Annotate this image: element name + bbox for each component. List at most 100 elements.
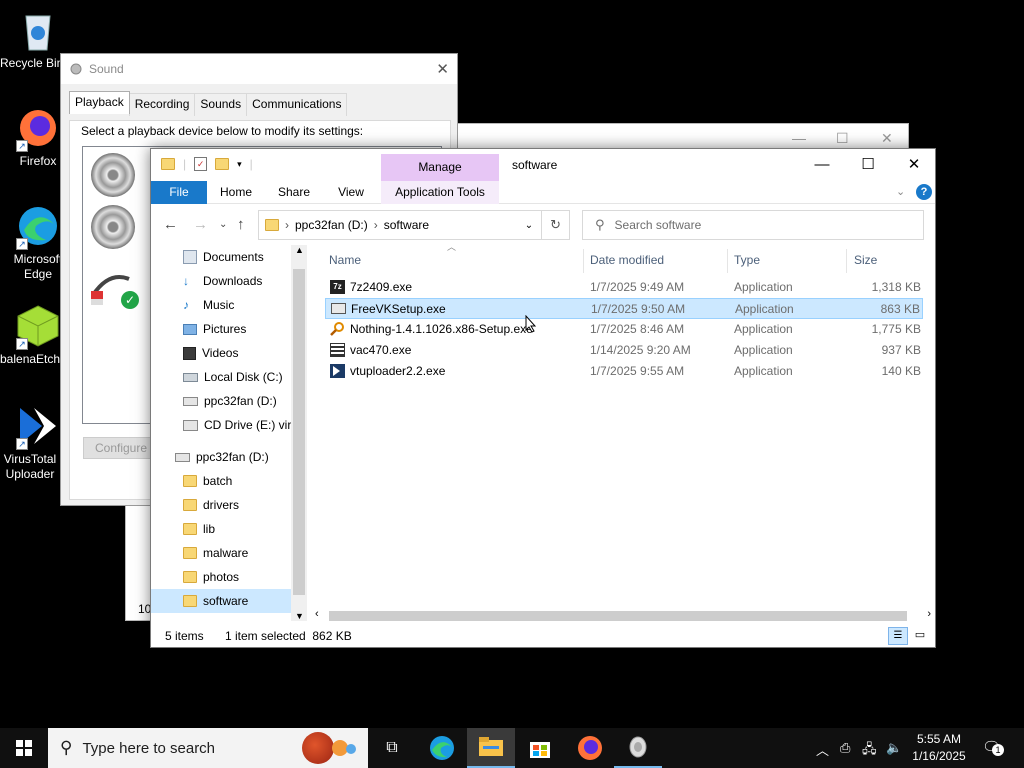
nav-item-photos[interactable]: photos	[183, 565, 239, 589]
column-divider[interactable]	[727, 249, 728, 273]
nav-item-downloads[interactable]: ↓ Downloads	[183, 269, 262, 293]
file-type: Application	[734, 322, 793, 336]
tab-sounds[interactable]: Sounds	[194, 93, 248, 116]
new-folder-icon[interactable]	[215, 158, 230, 170]
nav-item-lib[interactable]: lib	[183, 517, 215, 541]
nav-item-drive-d-root[interactable]: ppc32fan (D:)	[175, 445, 269, 469]
column-divider[interactable]	[846, 249, 847, 273]
refresh-icon[interactable]: ↻	[541, 211, 569, 239]
search-box[interactable]: ⚲ Search software	[582, 210, 924, 240]
file-name: vac470.exe	[350, 343, 412, 357]
recent-locations-icon[interactable]: ⌄	[219, 219, 227, 230]
volume-icon[interactable]: 🔈	[886, 740, 902, 756]
breadcrumb-drive[interactable]: ppc32fan (D:)	[295, 218, 368, 232]
nav-label: photos	[203, 570, 240, 584]
minimize-icon[interactable]: —	[792, 130, 806, 146]
back-arrow-icon[interactable]: ←	[163, 216, 178, 233]
qat-dropdown-icon[interactable]: ▾	[237, 159, 242, 170]
scroll-down-icon[interactable]: ▼	[295, 611, 304, 621]
taskbar-search-input[interactable]: Type here to search	[82, 740, 215, 757]
tab-share[interactable]: Share	[269, 181, 319, 204]
properties-icon[interactable]: ✓	[194, 157, 208, 171]
column-size[interactable]: Size	[854, 253, 877, 267]
scroll-up-icon[interactable]: ▲	[295, 245, 304, 255]
nav-scrollbar-thumb[interactable]	[293, 269, 305, 595]
horizontal-scrollbar-thumb[interactable]	[329, 611, 907, 621]
tab-file[interactable]: File	[151, 181, 207, 204]
nav-item-documents[interactable]: Documents	[183, 245, 264, 269]
taskbar-file-explorer[interactable]	[467, 728, 515, 768]
nav-item-batch[interactable]: batch	[183, 469, 232, 493]
nav-label: ppc32fan (D:)	[204, 394, 277, 408]
taskbar-edge[interactable]	[418, 728, 466, 768]
nav-item-music[interactable]: ♪ Music	[183, 293, 234, 317]
configure-button[interactable]: Configure	[83, 437, 159, 459]
maximize-button[interactable]: ☐	[845, 149, 891, 181]
nav-item-local-disk[interactable]: Local Disk (C:)	[183, 365, 283, 389]
tab-communications[interactable]: Communications	[246, 93, 348, 116]
tab-view[interactable]: View	[325, 181, 377, 204]
taskbar-firefox[interactable]	[566, 728, 614, 768]
show-hidden-icons-icon[interactable]: ︿	[816, 740, 829, 759]
speaker-device-icon[interactable]	[91, 153, 135, 197]
minimize-button[interactable]: —	[799, 149, 845, 181]
nav-item-videos[interactable]: Videos	[183, 341, 238, 365]
file-row-selected[interactable]: FreeVKSetup.exe 1/7/2025 9:50 AM Applica…	[325, 298, 923, 319]
file-type: Application	[735, 302, 794, 316]
search-input[interactable]: Search software	[615, 218, 702, 232]
address-bar[interactable]: › ppc32fan (D:) › software ⌄ ↻	[258, 210, 570, 240]
navigation-pane[interactable]: Documents ↓ Downloads ♪ Music Pictures Vid…	[151, 245, 307, 621]
column-name[interactable]: Name	[329, 253, 361, 267]
file-name: FreeVKSetup.exe	[351, 302, 446, 316]
tab-recording[interactable]: Recording	[128, 93, 196, 116]
explorer-window[interactable]: | ✓ ▾ | Manage software — ☐ ✕ File Home …	[150, 148, 936, 648]
file-row[interactable]: vtuploader2.2.exe 1/7/2025 9:55 AM Appli…	[325, 361, 923, 382]
up-arrow-icon[interactable]: ↑	[237, 216, 245, 233]
close-icon[interactable]: ✕	[436, 60, 449, 78]
nav-item-drive-d[interactable]: ppc32fan (D:)	[183, 389, 277, 413]
forward-arrow-icon[interactable]: →	[193, 216, 208, 233]
close-icon[interactable]: ✕	[881, 130, 893, 147]
help-icon[interactable]: ?	[916, 184, 932, 200]
network-icon[interactable]: ⎙	[840, 740, 850, 756]
tab-application-tools[interactable]: Application Tools	[381, 181, 499, 204]
breadcrumb-current[interactable]: software	[384, 218, 429, 232]
nav-item-drivers[interactable]: drivers	[183, 493, 239, 517]
file-row[interactable]: Nothing-1.4.1.1026.x86-Setup.exe 1/7/202…	[325, 319, 923, 340]
tab-playback[interactable]: Playback	[69, 91, 130, 114]
music-icon: ♪	[183, 298, 189, 312]
audio-cable-device-icon[interactable]: ✓	[89, 265, 139, 309]
large-icons-view-icon[interactable]: ▭	[911, 627, 929, 645]
task-view-button[interactable]: ⧉	[368, 728, 416, 768]
nav-item-malware[interactable]: malware	[183, 541, 248, 565]
nav-item-cd-drive[interactable]: CD Drive (E:) virt	[183, 413, 295, 437]
clock[interactable]: 5:55 AM 1/16/2025	[904, 731, 974, 765]
tab-manage[interactable]: Manage	[381, 154, 499, 181]
close-button[interactable]: ✕	[891, 149, 937, 181]
virustotal-icon	[330, 364, 345, 378]
notification-center-button[interactable]: 🗨 1	[982, 738, 1004, 758]
expand-ribbon-icon[interactable]: ⌄	[896, 185, 905, 198]
scroll-left-icon[interactable]: ‹	[315, 608, 319, 620]
column-type[interactable]: Type	[734, 253, 760, 267]
column-date-modified[interactable]: Date modified	[590, 253, 664, 267]
tab-home[interactable]: Home	[211, 181, 261, 204]
nav-item-software[interactable]: software	[151, 589, 291, 613]
scroll-right-icon[interactable]: ›	[927, 608, 931, 620]
nav-item-pictures[interactable]: Pictures	[183, 317, 246, 341]
address-dropdown-icon[interactable]: ⌄	[525, 220, 533, 231]
details-view-icon[interactable]: ☰	[888, 627, 908, 645]
ethernet-icon[interactable]: 🖧	[862, 740, 877, 762]
horizontal-scrollbar[interactable]: ‹ ›	[311, 607, 935, 623]
file-row[interactable]: 7z 7z2409.exe 1/7/2025 9:49 AM Applicati…	[325, 277, 923, 298]
taskbar-search-box[interactable]: ⚲ Type here to search	[48, 728, 368, 768]
maximize-icon[interactable]: ☐	[836, 130, 849, 147]
windows-logo-icon	[16, 740, 32, 756]
taskbar-sound[interactable]	[614, 728, 662, 768]
file-name: Nothing-1.4.1.1026.x86-Setup.exe	[350, 322, 533, 336]
start-button[interactable]	[0, 728, 48, 768]
file-row[interactable]: vac470.exe 1/14/2025 9:20 AM Application…	[325, 340, 923, 361]
taskbar-store[interactable]	[516, 728, 564, 768]
column-divider[interactable]	[583, 249, 584, 273]
speaker-device-icon[interactable]	[91, 205, 135, 249]
